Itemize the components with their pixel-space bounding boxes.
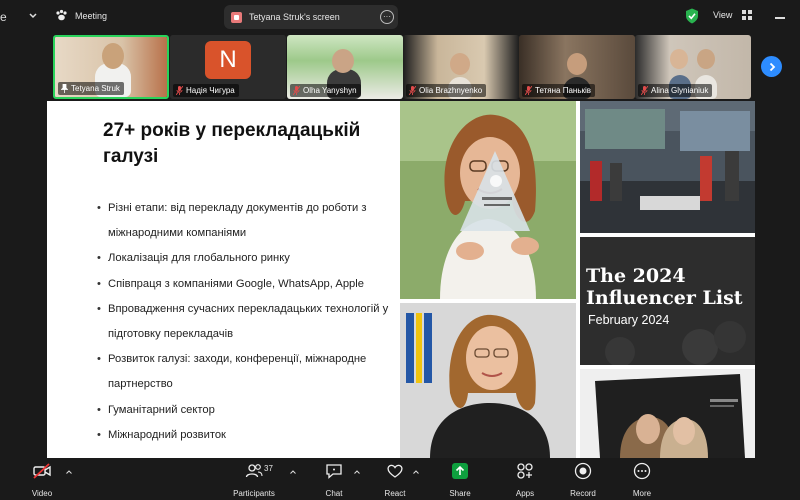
record-button[interactable]: Record — [555, 462, 611, 498]
participants-button[interactable]: Participants — [226, 462, 282, 498]
share-label: Share — [449, 489, 471, 498]
record-label: Record — [570, 489, 596, 498]
react-button[interactable]: React — [367, 462, 423, 498]
participant-name: Тетяна Паньків — [522, 84, 596, 97]
chat-label: Chat — [325, 489, 343, 498]
screen-share-label: Tetyana Struk's screen — [249, 12, 340, 22]
video-button[interactable]: Video — [14, 462, 70, 498]
participant-name: Olha Yanyshyn — [290, 84, 361, 97]
slide-bullet: Гуманітарний сектор — [97, 398, 397, 423]
grid-view-icon — [742, 10, 753, 20]
share-button[interactable]: Share — [432, 462, 488, 498]
apps-label: Apps — [515, 489, 535, 498]
mic-off-icon — [525, 86, 532, 95]
influencer-list-cover: The 2024 Influencer List February 2024 — [580, 237, 755, 365]
screen-share-icon — [231, 11, 242, 23]
magazine-photo — [580, 369, 755, 458]
more-icon — [633, 462, 651, 480]
top-bar: e Meeting Tetyana Struk's screen ··· Vie… — [0, 0, 800, 34]
participant-tile-5[interactable]: Тетяна Паньків — [519, 35, 635, 99]
meeting-toolbar: Video Participants 37 Chat React Share A… — [0, 458, 800, 500]
participant-avatar-logo: N — [205, 41, 251, 79]
view-label: View — [713, 10, 733, 20]
participant-tile-3[interactable]: Olha Yanyshyn — [287, 35, 403, 99]
chat-button[interactable]: Chat — [306, 462, 362, 498]
slide-bullet: Впровадження сучасних перекладацьких тех… — [97, 297, 397, 347]
slide-bullet-list: Різні етапи: від перекладу документів до… — [97, 196, 397, 448]
portrait-photo — [400, 303, 576, 458]
chevron-down-icon[interactable] — [27, 9, 39, 23]
participant-name: Tetyana Struk — [58, 82, 124, 95]
mic-off-icon — [409, 86, 416, 95]
mic-off-icon — [293, 86, 300, 95]
video-label: Video — [31, 489, 53, 498]
more-options-icon[interactable]: ··· — [380, 10, 394, 24]
mic-off-icon — [176, 86, 183, 95]
conference-photo — [580, 101, 755, 233]
influencer-list-date: February 2024 — [588, 313, 670, 327]
meeting-menu[interactable]: Meeting — [55, 9, 107, 22]
participant-name: Надія Чигура — [173, 84, 239, 97]
apps-icon — [517, 463, 533, 479]
slide-bullet: Розвиток галузі: заходи, конференції, мі… — [97, 347, 397, 397]
zoom-meeting-window: e Meeting Tetyana Struk's screen ··· Vie… — [0, 0, 800, 500]
meeting-label: Meeting — [75, 10, 108, 21]
slide-title: 27+ років у перекладацькій галузі — [103, 120, 361, 167]
participants-icon — [245, 464, 263, 478]
apps-button[interactable]: Apps — [497, 462, 553, 498]
paw-icon — [56, 9, 67, 21]
more-label: More — [632, 489, 652, 498]
participants-options-caret-icon[interactable] — [290, 470, 296, 474]
pin-icon — [61, 84, 68, 93]
next-participants-button[interactable] — [761, 56, 782, 77]
participant-tile-2[interactable]: N Надія Чигура — [170, 35, 286, 99]
participants-label: Participants — [233, 489, 275, 498]
slide-bullet: Різні етапи: від перекладу документів до… — [97, 196, 397, 246]
record-icon — [574, 462, 592, 480]
chat-options-caret-icon[interactable] — [354, 470, 360, 474]
react-label: React — [384, 489, 406, 498]
participants-count: 37 — [264, 464, 273, 473]
participant-tile-4[interactable]: Olia Brazhnyenko — [403, 35, 519, 99]
slide-bullet: Локалізація для глобального ринку — [97, 246, 397, 271]
heart-icon — [387, 464, 403, 478]
security-shield-icon[interactable] — [685, 8, 699, 24]
screen-share-indicator[interactable]: Tetyana Struk's screen ··· — [224, 5, 398, 29]
chat-icon — [326, 464, 342, 479]
participant-name: Olia Brazhnyenko — [406, 84, 487, 97]
award-photo — [400, 101, 576, 299]
share-screen-icon — [452, 463, 468, 479]
slide-bullet: Співпраця з компаніями Google, WhatsApp,… — [97, 272, 397, 297]
shared-screen-slide: 27+ років у перекладацькій галузі Різні … — [47, 101, 755, 458]
mic-off-icon — [641, 86, 648, 95]
video-options-caret-icon[interactable] — [66, 470, 72, 474]
minimize-icon[interactable] — [775, 17, 785, 19]
chevron-right-icon — [769, 62, 775, 71]
participant-tile-1[interactable]: Tetyana Struk — [53, 35, 169, 99]
more-button[interactable]: More — [614, 462, 670, 498]
slide-bullet: Міжнародний розвиток — [97, 423, 397, 448]
edge-text: e — [0, 10, 7, 24]
participant-strip: Tetyana Struk N Надія Чигура Olha Yanysh… — [0, 34, 800, 100]
participant-name: Alina Glynianiuk — [638, 84, 713, 97]
influencer-list-title: The 2024 Influencer List — [586, 265, 743, 309]
participant-tile-6[interactable]: Alina Glynianiuk — [635, 35, 751, 99]
view-menu[interactable]: View — [713, 10, 753, 20]
video-off-icon — [33, 463, 51, 479]
react-options-caret-icon[interactable] — [413, 470, 419, 474]
